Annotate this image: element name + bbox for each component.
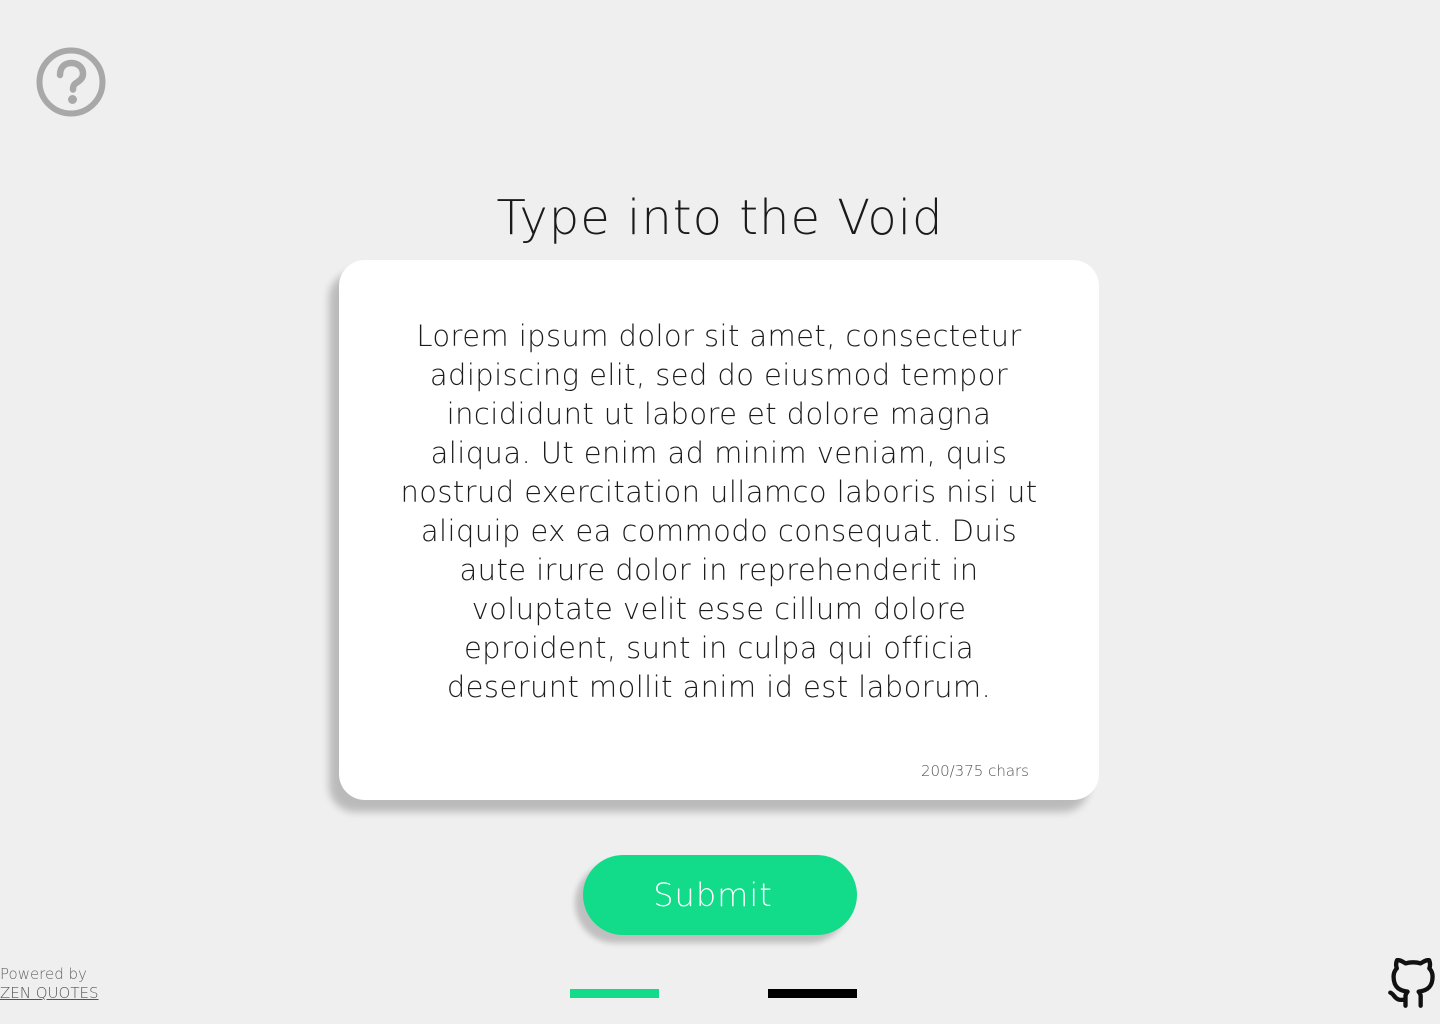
progress-indicator-active — [570, 989, 659, 998]
help-button[interactable] — [36, 47, 106, 117]
char-counter: 200/375 chars — [920, 762, 1029, 780]
zen-quotes-link[interactable]: ZEN QUOTES — [0, 984, 99, 1003]
typing-text-area[interactable]: Lorem ipsum dolor sit amet, consectetur … — [399, 317, 1039, 707]
page-title: Type into the Void — [496, 190, 944, 246]
question-circle-icon — [36, 47, 106, 117]
github-link[interactable] — [1386, 957, 1438, 1010]
page: Type into the Void Lorem ipsum dolor sit… — [0, 0, 1440, 1024]
submit-button[interactable]: Submit — [583, 855, 857, 935]
progress-indicator-inactive — [768, 989, 857, 998]
powered-by-label: Powered by — [0, 965, 87, 983]
github-icon — [1388, 957, 1435, 1008]
powered-by: Powered by ZEN QUOTES — [0, 965, 99, 1003]
quote-card: Lorem ipsum dolor sit amet, consectetur … — [339, 260, 1099, 800]
